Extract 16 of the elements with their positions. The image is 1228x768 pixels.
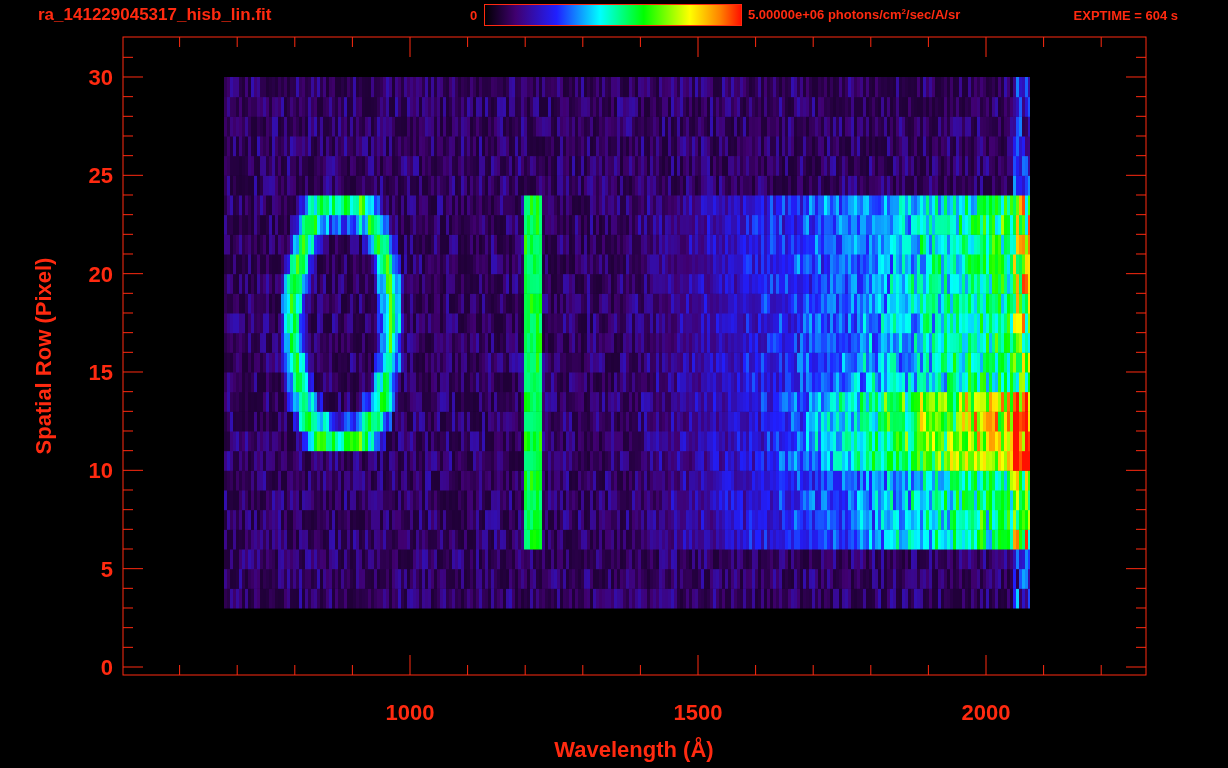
file-title: ra_141229045317_hisb_lin.fit [38,5,273,25]
x-tick-label: 2000 [961,700,1011,725]
y-tick-label: 15 [88,360,113,385]
x-axis-title: Wavelength (Å) [554,737,714,762]
y-tick-label: 25 [88,163,113,189]
colorbar-max-label: 5.00000e+06 photons/cm$^{2}$/sec/A/sr [748,7,961,23]
y-tick-label: 0 [100,655,113,680]
y-tick-label: 20 [88,261,113,287]
exposure-time: EXPTIME = 604 s [1073,7,1178,23]
y-tick-label: 5 [100,556,113,582]
y-tick-label: 30 [88,65,113,90]
y-axis-title: Spatial Row (Pixel) [31,257,56,455]
x-tick-label: 1500 [673,700,723,725]
y-tick-label: 10 [88,458,113,484]
colorbar-min-label: 0 [470,7,479,23]
x-tick-label: 1000 [385,700,435,725]
